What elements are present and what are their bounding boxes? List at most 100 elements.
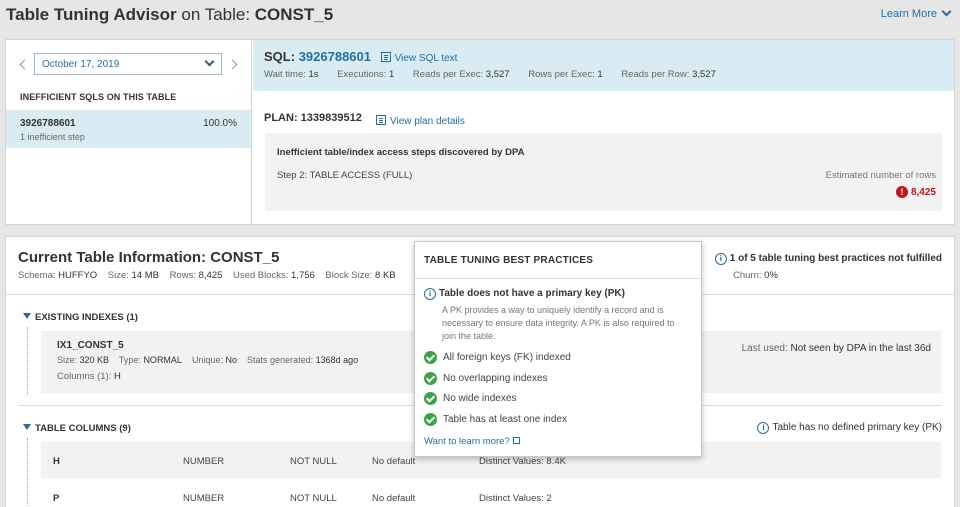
sql-list-item[interactable]: 3926788601 100.0% 1 inefficient step (6, 110, 251, 148)
meta-value: 1368d ago (315, 355, 359, 365)
date-select[interactable]: October 17, 2019 (34, 53, 222, 75)
meta-value: No (225, 355, 238, 365)
sql-panel: October 17, 2019 INEFFICIENT SQLS ON THI… (5, 39, 955, 225)
stat-value: 1 (597, 69, 603, 80)
index-last-used: Last used: Not seen by DPA in the last 3… (742, 343, 931, 354)
sql-header: SQL: 3926788601 View SQL text Wait time:… (253, 40, 954, 91)
sql-list-item-id: 3926788601 (20, 118, 76, 129)
meta-label: Unique: (191, 355, 223, 365)
stat-label: Block Size: (325, 270, 373, 281)
best-practices-warning[interactable]: i1 of 5 table tuning best practices not … (714, 253, 942, 265)
stat-value: 8,425 (198, 270, 223, 281)
stat-value: 8 KB (375, 270, 396, 281)
column-name: P (53, 493, 60, 504)
churn-label: Churn: (733, 270, 762, 281)
tree-guide (27, 438, 28, 507)
table-columns-toggle[interactable]: TABLE COLUMNS (9) (23, 423, 131, 434)
sql-label: SQL: 3926788601 View SQL text (264, 49, 457, 64)
stat-label: Used Blocks: (232, 270, 289, 281)
check-circle-icon (424, 392, 437, 405)
sql-id-link[interactable]: 3926788601 (299, 49, 371, 64)
best-practices-popover: TABLE TUNING BEST PRACTICES i Table does … (414, 241, 702, 457)
stat-value: 3,527 (485, 69, 510, 80)
view-plan-details-label: View plan details (390, 116, 465, 127)
last-used-value: Not seen by DPA in the last 36d (790, 343, 931, 354)
no-pk-text: Table has no defined primary key (PK) (772, 422, 942, 433)
passed-practice: No wide indexes (424, 392, 516, 405)
stat-label: Executions: (337, 69, 387, 80)
passed-practice: All foreign keys (FK) indexed (424, 351, 571, 364)
stat-value: 1,756 (291, 270, 315, 281)
index-meta: Size: 320 KB Type: NORMAL Unique: No Sta… (57, 355, 358, 365)
meta-value: 320 KB (79, 355, 110, 365)
check-circle-icon (424, 372, 437, 385)
passed-practice: Table has at least one index (424, 413, 567, 426)
index-name: IX1_CONST_5 (57, 340, 124, 351)
column-nullability: NOT NULL (290, 493, 337, 504)
column-nullability: NOT NULL (290, 456, 337, 467)
passed-practice-label: No overlapping indexes (443, 373, 548, 385)
failed-practice-title: Table does not have a primary key (PK) (439, 288, 625, 299)
best-practices-warning-text: 1 of 5 table tuning best practices not f… (729, 253, 942, 264)
stat-label: Reads per Exec: (412, 69, 484, 80)
view-sql-text-label: View SQL text (394, 53, 458, 64)
column-default: No default (372, 493, 416, 504)
column-distinct: Distinct Values: 2 (479, 493, 552, 504)
passed-practice-label: No wide indexes (443, 393, 517, 405)
table-row: P NUMBER NOT NULL No default Distinct Va… (41, 479, 941, 507)
estimated-rows-label: Estimated number of rows (825, 170, 936, 181)
column-type: NUMBER (183, 456, 225, 467)
index-columns: Columns (1): H (57, 371, 121, 382)
column-distinct: Distinct Values: 8.4K (479, 456, 566, 467)
passed-practice-label: Table has at least one index (443, 414, 567, 426)
stat-label: Size: (107, 270, 129, 281)
stat-value: 1 (388, 69, 395, 80)
info-icon: i (424, 288, 436, 300)
column-type: NUMBER (183, 493, 225, 504)
sql-list-item-sub: 1 inefficient step (20, 132, 85, 142)
inefficient-sqls-heading: INEFFICIENT SQLS ON THIS TABLE (20, 92, 177, 102)
sql-stats: Wait time: 1s Executions: 1 Reads per Ex… (264, 69, 716, 80)
stat-value: HUFFYO (58, 270, 98, 281)
stat-label: Reads per Row: (621, 69, 690, 80)
check-circle-icon (424, 413, 437, 426)
inefficient-steps-box: Inefficient table/index access steps dis… (265, 133, 942, 211)
learn-more-label: Learn More (880, 8, 937, 20)
title-table-name: CONST_5 (254, 5, 334, 24)
inefficient-steps-title: Inefficient table/index access steps dis… (277, 147, 525, 158)
learn-more-button[interactable]: Learn More (880, 6, 952, 20)
sql-label-text: SQL: (264, 49, 296, 64)
next-date-icon[interactable] (227, 59, 238, 70)
churn-value: 0% (764, 270, 778, 281)
view-sql-text-link[interactable]: View SQL text (380, 52, 458, 64)
existing-indexes-heading: EXISTING INDEXES (1) (35, 312, 138, 323)
sql-list-item-percent: 100.0% (203, 118, 237, 129)
inefficient-step: Step 2: TABLE ACCESS (FULL) (277, 170, 413, 181)
external-link-icon (512, 437, 520, 444)
learn-more-link[interactable]: Want to learn more? (424, 436, 520, 447)
page-title: Table Tuning Advisor on Table: CONST_5 (6, 5, 333, 25)
meta-label: Stats generated: (247, 355, 314, 365)
failed-practice-description: A PK provides a way to uniquely identify… (442, 305, 675, 341)
no-pk-notice: i Table has no defined primary key (PK) (757, 422, 942, 434)
info-icon: i (757, 422, 770, 434)
table-columns-heading: TABLE COLUMNS (9) (35, 423, 131, 434)
current-table-stats: Schema: HUFFYO Size: 14 MB Rows: 8,425 U… (18, 270, 396, 281)
view-plan-details-link[interactable]: View plan details (376, 114, 465, 127)
learn-more-link-label: Want to learn more? (424, 436, 510, 447)
caret-down-icon (23, 424, 31, 430)
meta-label: Type: (118, 355, 141, 365)
chevron-down-icon (941, 6, 952, 17)
title-mid: on Table: (176, 5, 255, 24)
stat-value: 14 MB (131, 270, 159, 281)
check-circle-icon (424, 351, 437, 364)
passed-practice: No overlapping indexes (424, 372, 548, 385)
previous-date-icon[interactable] (19, 59, 30, 70)
stat-label: Rows: (169, 270, 196, 281)
chevron-down-icon (204, 56, 215, 67)
meta-label: Size: (57, 355, 78, 365)
stat-label: Schema: (18, 270, 56, 281)
date-value: October 17, 2019 (42, 59, 120, 70)
existing-indexes-toggle[interactable]: EXISTING INDEXES (1) (23, 312, 138, 323)
divider (415, 278, 701, 279)
